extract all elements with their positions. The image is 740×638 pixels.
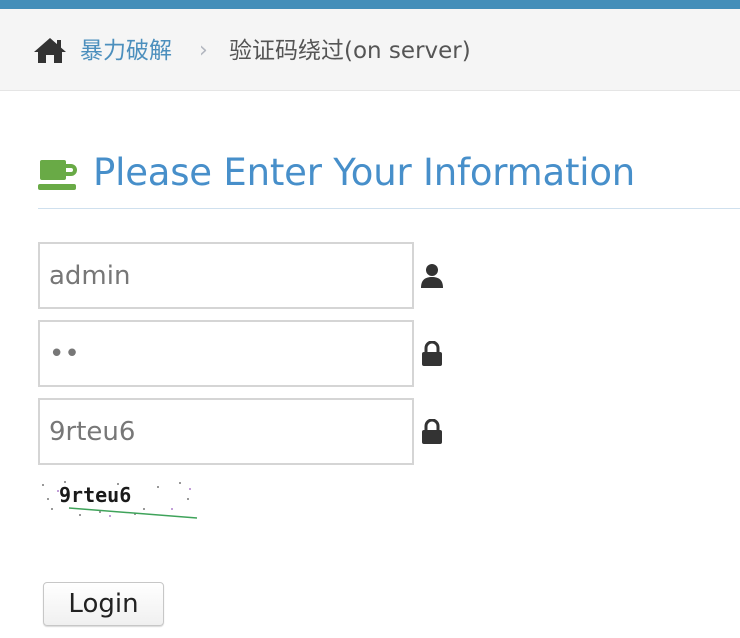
login-button[interactable]: Login xyxy=(43,582,164,626)
username-input[interactable] xyxy=(38,242,414,309)
coffee-cup-icon xyxy=(38,160,77,190)
lock-icon xyxy=(422,419,442,444)
lock-icon xyxy=(422,341,442,366)
captcha-text: 9rteu6 xyxy=(59,483,131,507)
form-title: Please Enter Your Information xyxy=(93,151,636,194)
user-icon xyxy=(421,264,443,288)
captcha-image[interactable]: 9rteu6 xyxy=(39,478,199,520)
breadcrumb-current: 验证码绕过(on server) xyxy=(229,38,471,64)
top-accent-bar xyxy=(0,0,740,9)
breadcrumb-separator: › xyxy=(199,38,208,63)
breadcrumb: 暴力破解 › 验证码绕过(on server) xyxy=(0,9,740,91)
form-header: Please Enter Your Information xyxy=(38,140,740,209)
breadcrumb-link-parent[interactable]: 暴力破解 xyxy=(80,35,172,67)
captcha-input[interactable] xyxy=(38,398,414,465)
password-input[interactable] xyxy=(38,320,414,387)
home-icon[interactable] xyxy=(33,36,67,64)
